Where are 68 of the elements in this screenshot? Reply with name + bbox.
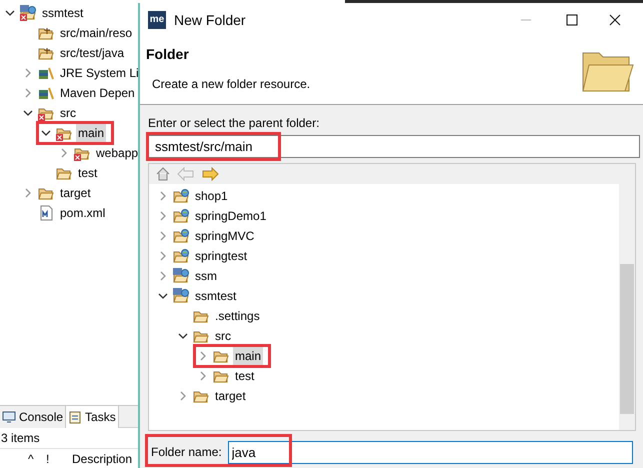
- tree-item[interactable]: springMVC: [193, 227, 256, 245]
- item-count: 3 items: [0, 430, 41, 447]
- project-folder-icon: [173, 188, 189, 204]
- tree-item[interactable]: webapp: [94, 144, 140, 162]
- tree-item[interactable]: src/main/reso: [58, 24, 134, 42]
- tree-item[interactable]: main: [76, 124, 106, 142]
- chevron-down-icon[interactable]: [23, 108, 33, 118]
- back-arrow-icon[interactable]: [177, 167, 195, 181]
- tree-item[interactable]: pom.xml: [58, 204, 108, 222]
- parent-folder-field[interactable]: ssmtest/src/main: [148, 135, 640, 158]
- chevron-right-icon[interactable]: [158, 211, 168, 221]
- chevron-down-icon[interactable]: [41, 128, 51, 138]
- folder-name-label: Folder name:: [150, 444, 222, 461]
- dialog-heading: Folder: [146, 45, 190, 64]
- project-folder-icon: [173, 208, 189, 224]
- chevron-right-icon[interactable]: [23, 68, 33, 78]
- chevron-right-icon[interactable]: [59, 148, 69, 158]
- column-header[interactable]: ^: [0, 450, 34, 468]
- tree-item[interactable]: JRE System Li: [58, 64, 141, 82]
- project-folder-icon: [173, 248, 189, 264]
- chevron-right-icon[interactable]: [158, 271, 168, 281]
- tree-item[interactable]: target: [58, 184, 93, 202]
- chevron-right-icon[interactable]: [23, 188, 33, 198]
- column-header[interactable]: !: [34, 450, 72, 468]
- project-folder-icon: [173, 228, 189, 244]
- tree-item[interactable]: springDemo1: [193, 207, 268, 225]
- tree-item[interactable]: ssmtest: [40, 4, 86, 22]
- folder-name-field[interactable]: java: [228, 440, 633, 464]
- tree-item[interactable]: ssmtest: [193, 287, 238, 305]
- package-folder-icon: [38, 25, 54, 41]
- chevron-down-icon[interactable]: [178, 331, 188, 341]
- chevron-right-icon[interactable]: [158, 231, 168, 241]
- chevron-down-icon[interactable]: [5, 8, 15, 18]
- monitor-icon: [2, 410, 16, 424]
- chevron-right-icon[interactable]: [178, 391, 188, 401]
- tree-item[interactable]: ssm: [193, 267, 219, 285]
- tree-item[interactable]: src: [58, 104, 78, 122]
- tree-item[interactable]: src: [213, 327, 233, 345]
- forward-arrow-icon[interactable]: [201, 167, 219, 181]
- chevron-right-icon[interactable]: [158, 191, 168, 201]
- library-icon: [38, 85, 54, 101]
- tree-item[interactable]: .settings: [213, 307, 262, 325]
- tree-item[interactable]: test: [233, 367, 256, 385]
- project-folder-icon: [173, 268, 189, 284]
- window-title: New Folder: [174, 10, 246, 30]
- tree-item[interactable]: target: [213, 387, 248, 405]
- package-folder-icon: [38, 45, 54, 61]
- chevron-right-icon[interactable]: [198, 351, 208, 361]
- chevron-right-icon[interactable]: [198, 371, 208, 381]
- tree-item[interactable]: Maven Depen: [58, 84, 137, 102]
- tree-item[interactable]: springtest: [193, 247, 250, 265]
- chevron-right-icon[interactable]: [23, 88, 33, 98]
- project-folder-icon: [173, 288, 189, 304]
- chevron-right-icon[interactable]: [158, 251, 168, 261]
- chevron-down-icon[interactable]: [158, 291, 168, 301]
- app-logo: me: [148, 11, 166, 29]
- column-header[interactable]: Description: [72, 450, 132, 468]
- clipboard-icon: [68, 410, 82, 424]
- tree-item[interactable]: test: [76, 164, 100, 182]
- tree-item[interactable]: shop1: [193, 187, 230, 205]
- file-icon: [38, 205, 54, 221]
- library-icon: [38, 65, 54, 81]
- tree-item[interactable]: main: [233, 347, 264, 365]
- view-tab[interactable]: Tasks: [65, 406, 119, 428]
- parent-folder-label: Enter or select the parent folder:: [148, 115, 320, 132]
- dialog-description: Create a new folder resource.: [152, 76, 310, 93]
- tree-item[interactable]: src/test/java: [58, 44, 126, 62]
- home-icon[interactable]: [155, 166, 171, 182]
